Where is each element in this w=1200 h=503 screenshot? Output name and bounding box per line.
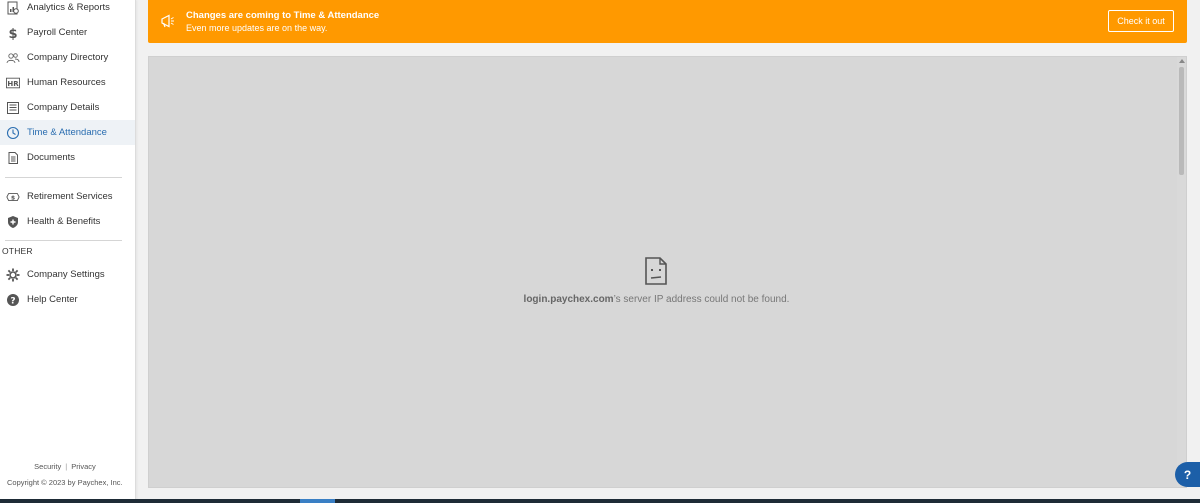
check-it-out-button[interactable]: Check it out xyxy=(1108,10,1174,32)
svg-text:$: $ xyxy=(11,194,15,201)
sidebar-item-label: Payroll Center xyxy=(27,27,88,38)
banner-title: Changes are coming to Time & Attendance xyxy=(186,10,380,21)
sidebar-divider xyxy=(5,177,122,178)
sidebar-item-label: Help Center xyxy=(27,294,78,305)
sidebar-item-help-center[interactable]: ? Help Center xyxy=(0,287,135,312)
sidebar-item-time-attendance[interactable]: Time & Attendance xyxy=(0,120,135,145)
gear-icon xyxy=(6,268,20,282)
people-icon xyxy=(6,51,20,65)
scroll-up-arrow-icon[interactable] xyxy=(1178,59,1185,63)
sidebar-item-company-settings[interactable]: Company Settings xyxy=(0,262,135,287)
dollar-icon: $ xyxy=(6,26,20,40)
announcement-banner: Changes are coming to Time & Attendance … xyxy=(148,0,1187,43)
copyright-text: Copyright © 2023 by Paychex, Inc. xyxy=(7,478,123,487)
sidebar-item-label: Company Directory xyxy=(27,52,109,63)
svg-text:$: $ xyxy=(8,27,17,40)
sidebar-item-label: Retirement Services xyxy=(27,191,113,202)
scrollbar-thumb[interactable] xyxy=(1179,67,1184,175)
sidebar-item-payroll-center[interactable]: $ Payroll Center xyxy=(0,20,135,45)
sidebar-item-label: Documents xyxy=(27,152,76,163)
sidebar-item-documents[interactable]: Documents xyxy=(0,145,135,170)
section-label-other: OTHER xyxy=(2,246,33,256)
taskbar-accent xyxy=(300,499,335,503)
help-icon: ? xyxy=(6,293,20,307)
sidebar-item-retirement-services[interactable]: $ Retirement Services xyxy=(0,184,135,209)
error-description: ’s server IP address could not be found. xyxy=(613,294,790,305)
banner-subtitle: Even more updates are on the way. xyxy=(186,23,328,33)
taskbar-strip xyxy=(0,499,1200,503)
document-icon xyxy=(6,151,20,165)
help-chat-button[interactable]: ? xyxy=(1175,462,1200,487)
sidebar-item-analytics-reports[interactable]: Analytics & Reports xyxy=(0,0,135,20)
sidebar-item-health-benefits[interactable]: Health & Benefits xyxy=(0,209,135,234)
shield-icon xyxy=(6,215,20,229)
error-host: login.paychex.com xyxy=(523,294,614,305)
hr-icon: HR xyxy=(6,76,20,90)
sad-document-icon xyxy=(644,257,668,285)
sidebar-item-company-details[interactable]: Company Details xyxy=(0,95,135,120)
sidebar-divider xyxy=(5,240,122,241)
embedded-content-frame: login.paychex.com’s server IP address co… xyxy=(148,56,1187,488)
app-root: Analytics & Reports $ Payroll Center Com… xyxy=(0,0,1200,503)
sidebar-item-label: Human Resources xyxy=(27,77,106,88)
svg-text:HR: HR xyxy=(7,80,19,88)
svg-text:?: ? xyxy=(10,296,15,306)
analytics-icon xyxy=(6,1,20,15)
clock-icon xyxy=(6,126,20,140)
error-message: login.paychex.com’s server IP address co… xyxy=(149,294,1164,305)
building-icon xyxy=(6,101,20,115)
sidebar-item-label: Company Settings xyxy=(27,269,105,280)
sidebar-item-label: Company Details xyxy=(27,102,100,113)
sidebar-item-company-directory[interactable]: Company Directory xyxy=(0,45,135,70)
privacy-link[interactable]: Privacy xyxy=(71,462,96,471)
sidebar-item-human-resources[interactable]: HR Human Resources xyxy=(0,70,135,95)
megaphone-icon xyxy=(160,13,176,29)
retirement-icon: $ xyxy=(6,190,20,204)
footer-links: Security | Privacy xyxy=(0,462,130,471)
sidebar-item-label: Analytics & Reports xyxy=(27,2,110,13)
sidebar-item-label: Health & Benefits xyxy=(27,216,101,227)
sidebar-item-label: Time & Attendance xyxy=(27,127,107,138)
sidebar: Analytics & Reports $ Payroll Center Com… xyxy=(0,0,136,503)
footer-separator: | xyxy=(65,462,68,471)
security-link[interactable]: Security xyxy=(34,462,61,471)
scrollbar[interactable] xyxy=(1177,57,1186,487)
